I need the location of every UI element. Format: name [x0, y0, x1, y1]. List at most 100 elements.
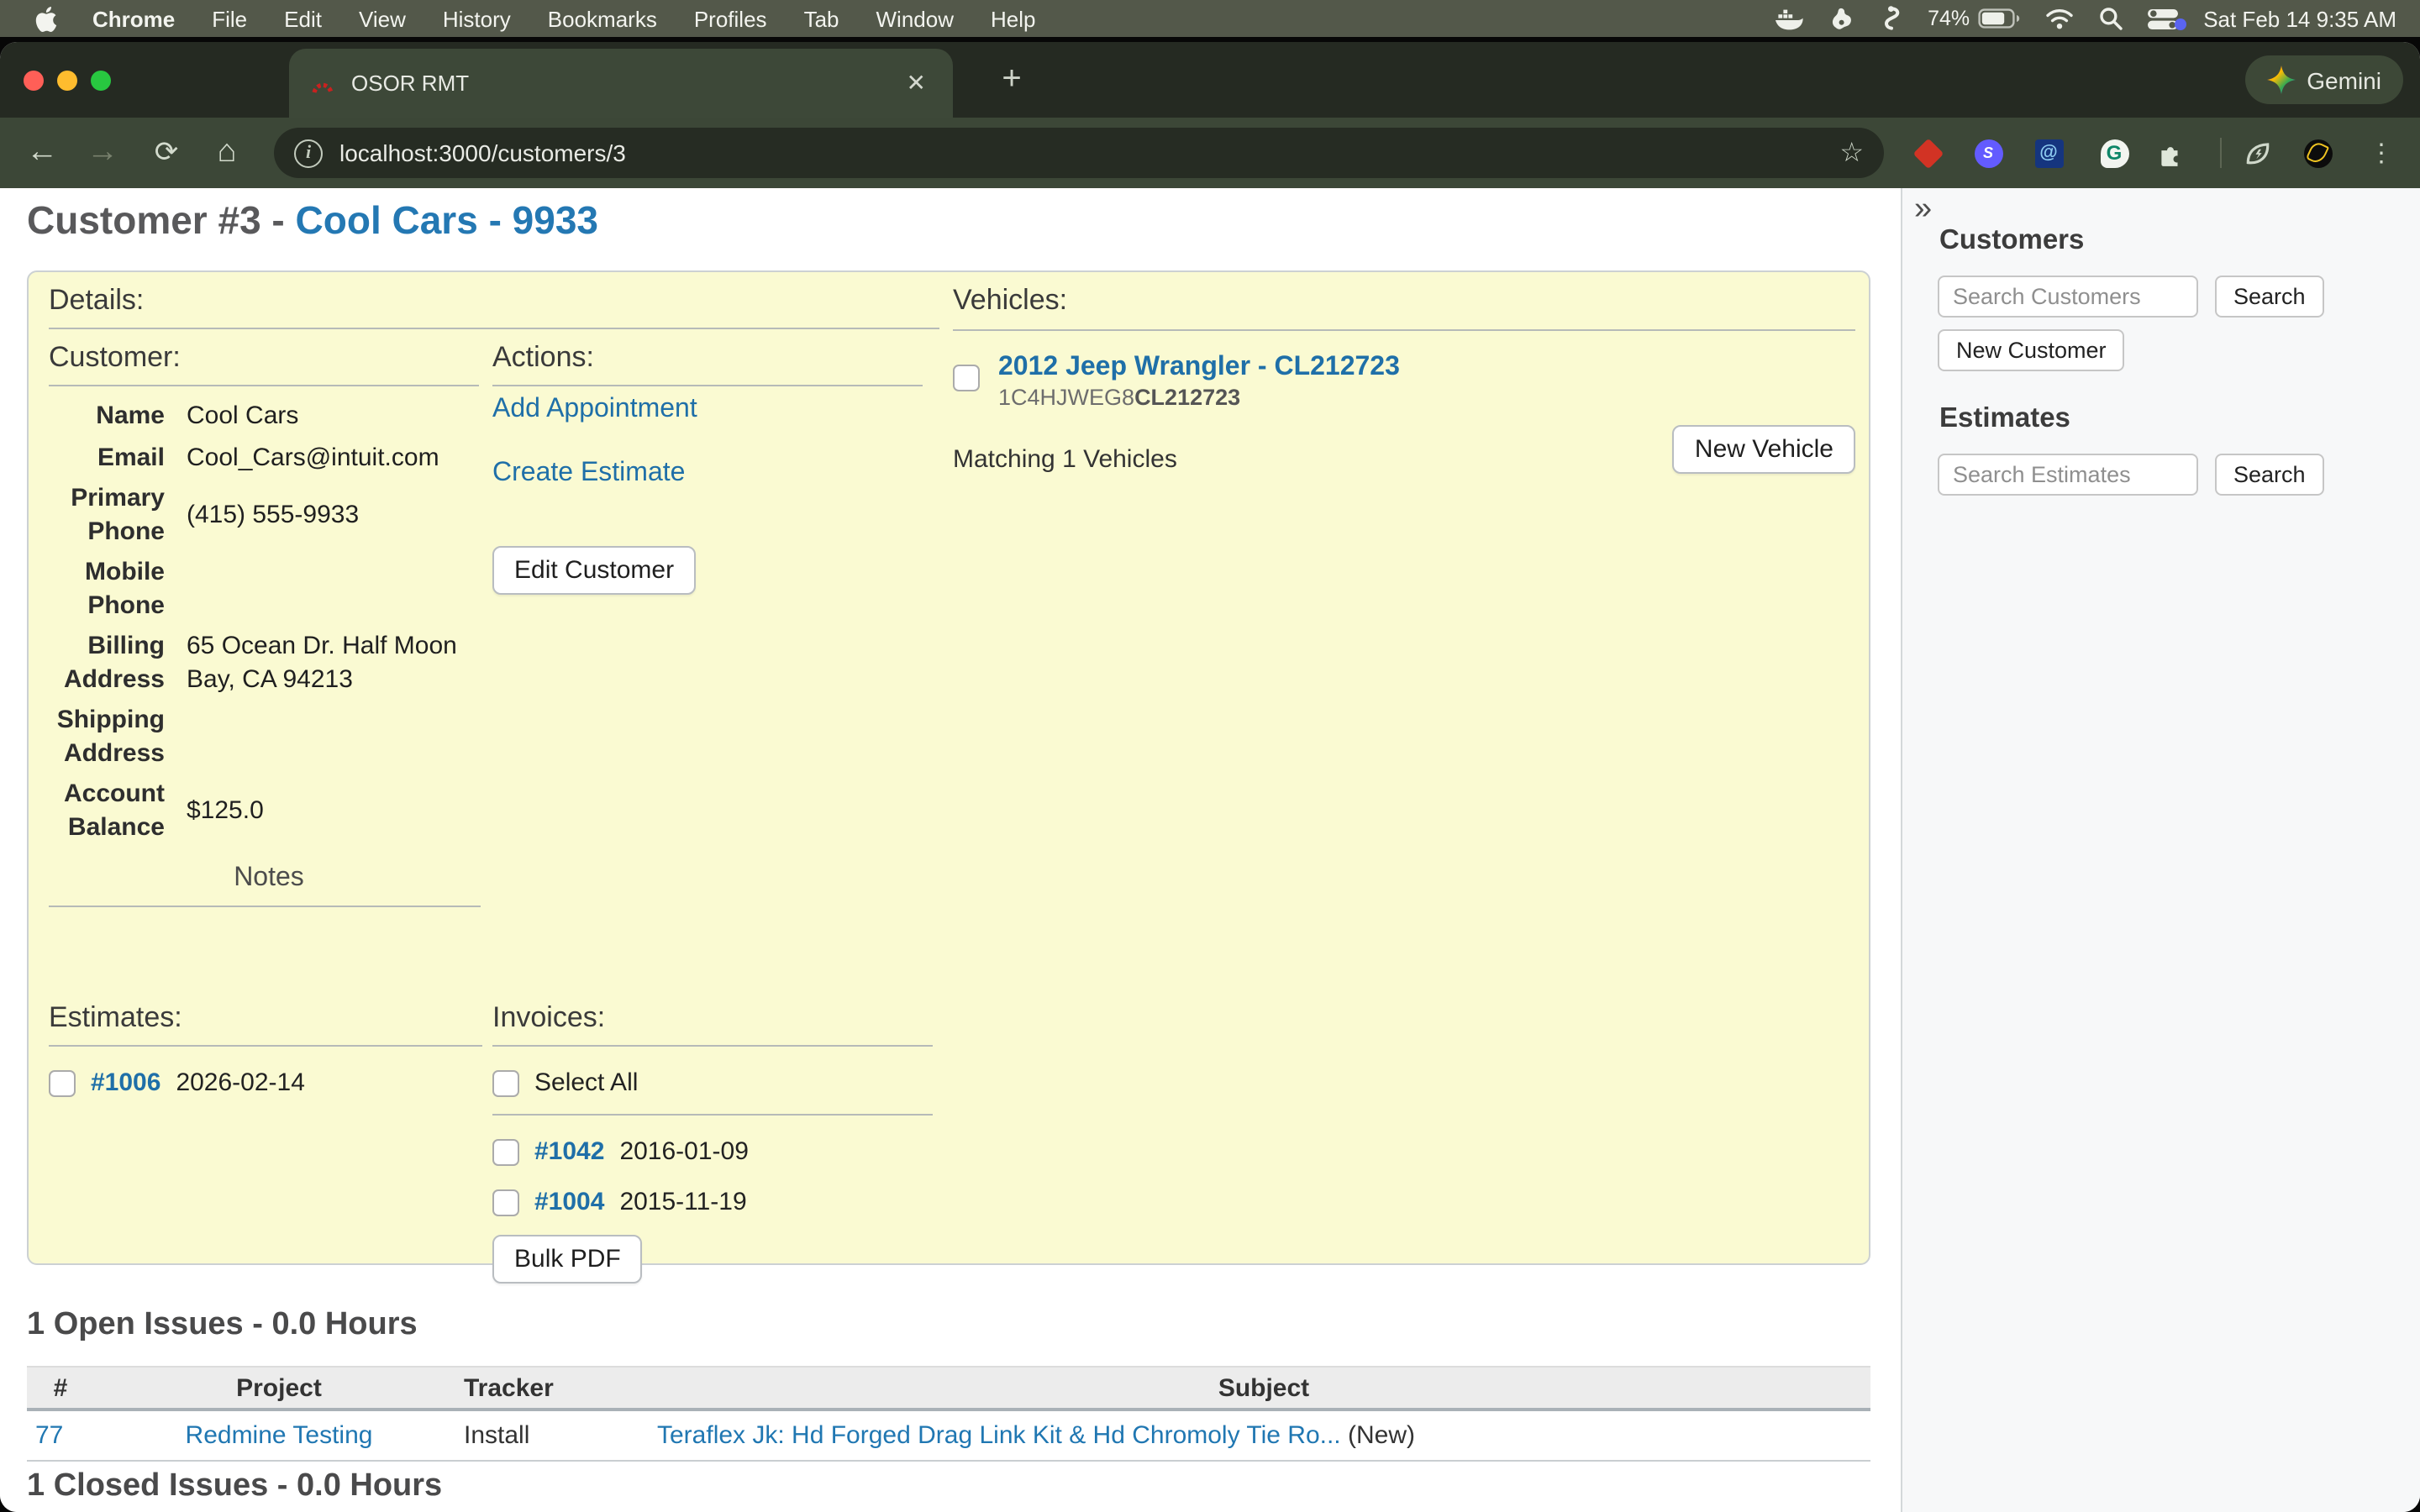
profile-avatar[interactable]	[2296, 118, 2339, 188]
extension-stripe-icon[interactable]: S	[1966, 118, 2010, 188]
control-center-icon[interactable]	[2148, 8, 2178, 29]
invoices-section: Invoices: Select All #1042 2016-01-09	[492, 1001, 933, 1284]
spotlight-search-icon[interactable]	[2099, 7, 2123, 30]
invoice-link[interactable]: #1042	[534, 1137, 604, 1166]
battery-percent: 74%	[1928, 7, 1970, 30]
menu-bar-clock[interactable]: Sat Feb 14 9:35 AM	[2203, 6, 2396, 31]
menu-file[interactable]: File	[193, 6, 266, 31]
apple-menu-icon[interactable]	[24, 6, 67, 31]
menu-view[interactable]: View	[340, 6, 424, 31]
details-heading: Details:	[49, 284, 144, 318]
browser-tab[interactable]: OSOR RMT ✕	[289, 49, 953, 118]
estimates-search-row: Search	[1938, 454, 2324, 496]
customer-name-link[interactable]: Cool Cars - 9933	[296, 198, 599, 242]
extension-password-icon[interactable]: @	[2027, 118, 2070, 188]
home-button[interactable]: ⌂	[198, 118, 255, 188]
invoice-checkbox[interactable]	[492, 1138, 519, 1165]
gemini-label: Gemini	[2307, 66, 2381, 93]
details-divider	[49, 328, 939, 329]
add-appointment-link[interactable]: Add Appointment	[492, 395, 933, 425]
invoice-checkbox[interactable]	[492, 1189, 519, 1215]
issue-id: 77	[27, 1421, 94, 1450]
actions-section: Add Appointment Create Estimate Edit Cus…	[492, 395, 933, 595]
invoices-heading: Invoices:	[492, 1001, 933, 1035]
issue-subject-link[interactable]: Teraflex Jk: Hd Forged Drag Link Kit & H…	[657, 1421, 1341, 1450]
menu-window[interactable]: Window	[858, 6, 973, 31]
sidebar-estimates-heading: Estimates	[1939, 403, 2070, 435]
page-title-prefix: Customer #3 -	[27, 198, 296, 242]
search-estimates-button[interactable]: Search	[2215, 454, 2324, 496]
field-row-primary-phone: Primary Phone (415) 555-9933	[49, 482, 489, 548]
forward-button[interactable]: →	[74, 118, 131, 188]
back-button[interactable]: ←	[13, 118, 71, 188]
menu-profiles[interactable]: Profiles	[676, 6, 786, 31]
zoom-window-button[interactable]	[91, 71, 111, 91]
gopher-app-icon[interactable]	[1881, 5, 1902, 32]
create-estimate-link[interactable]: Create Estimate	[492, 459, 933, 489]
extension-diamond-icon[interactable]	[1906, 118, 1949, 188]
vehicles-divider	[953, 329, 1855, 331]
search-estimates-input[interactable]	[1938, 454, 2198, 496]
vehicle-checkbox[interactable]	[953, 365, 980, 391]
battery-indicator[interactable]: 74%	[1928, 7, 2020, 30]
vehicle-link[interactable]: 2012 Jeep Wrangler - CL212723	[998, 353, 1400, 383]
estimate-link[interactable]: #1006	[91, 1068, 160, 1097]
select-all-label: Select All	[534, 1068, 638, 1097]
field-row-billing-address: Billing Address 65 Ocean Dr. Half Moon B…	[49, 630, 489, 696]
performance-leaf-icon[interactable]	[2235, 118, 2279, 188]
invoice-date: 2015-11-19	[619, 1188, 746, 1216]
issue-project-link[interactable]: Redmine Testing	[186, 1421, 373, 1450]
reload-button[interactable]: ⟳	[138, 118, 195, 188]
battery-icon	[1978, 8, 2020, 29]
page-content: Customer #3 - Cool Cars - 9933 Details: …	[0, 188, 2420, 1512]
field-row-account-balance: Account Balance $125.0	[49, 778, 489, 843]
select-all-checkbox[interactable]	[492, 1069, 519, 1096]
close-window-button[interactable]	[24, 71, 44, 91]
issue-status: (New)	[1341, 1421, 1415, 1450]
search-customers-input[interactable]	[1938, 276, 2198, 318]
customer-fields: Name Cool Cars Email Cool_Cars@intuit.co…	[49, 400, 489, 907]
field-value	[187, 721, 489, 753]
header-tracker: Tracker	[464, 1373, 657, 1402]
menu-edit[interactable]: Edit	[266, 6, 340, 31]
new-vehicle-button[interactable]: New Vehicle	[1673, 425, 1855, 474]
url-text[interactable]: localhost:3000/customers/3	[339, 139, 626, 166]
menu-bookmarks[interactable]: Bookmarks	[529, 6, 676, 31]
menu-help[interactable]: Help	[972, 6, 1055, 31]
menu-tab[interactable]: Tab	[786, 6, 858, 31]
edit-customer-button[interactable]: Edit Customer	[492, 546, 696, 595]
menu-chrome[interactable]: Chrome	[74, 6, 193, 31]
issue-project: Redmine Testing	[94, 1421, 464, 1450]
estimate-date: 2026-02-14	[176, 1068, 304, 1097]
issue-id-link[interactable]: 77	[35, 1421, 63, 1450]
collapse-sidebar-icon[interactable]: »	[1914, 192, 1932, 228]
wifi-icon[interactable]	[2045, 8, 2074, 29]
customers-search-row: Search	[1938, 276, 2324, 318]
vehicles-heading: Vehicles:	[953, 284, 1855, 318]
chrome-window: OSOR RMT ✕ + Gemini ← → ⟳ ⌂	[0, 42, 2420, 1512]
estimate-checkbox[interactable]	[49, 1069, 76, 1096]
tab-close-icon[interactable]: ✕	[900, 69, 933, 97]
site-info-icon[interactable]: i	[294, 139, 323, 167]
bulk-pdf-button[interactable]: Bulk PDF	[492, 1235, 643, 1284]
rabbit-app-icon[interactable]	[1828, 6, 1855, 31]
main-area: Customer #3 - Cool Cars - 9933 Details: …	[0, 188, 1901, 1512]
gemini-button[interactable]: Gemini	[2244, 55, 2403, 104]
select-all-row: Select All	[492, 1068, 933, 1097]
new-customer-button[interactable]: New Customer	[1938, 329, 2125, 371]
extension-grammarly-icon[interactable]: G	[2092, 118, 2136, 188]
docker-icon[interactable]	[1775, 6, 1803, 31]
chrome-menu-icon[interactable]: ⋮	[2360, 118, 2403, 188]
invoice-link[interactable]: #1004	[534, 1188, 604, 1216]
search-customers-button[interactable]: Search	[2215, 276, 2324, 318]
new-tab-button[interactable]: +	[988, 55, 1035, 102]
vehicle-vin: 1C4HJWEG8CL212723	[998, 385, 1240, 410]
address-bar[interactable]: i localhost:3000/customers/3 ☆	[274, 128, 1884, 178]
minimize-window-button[interactable]	[57, 71, 77, 91]
actions-divider	[492, 385, 923, 386]
invoice-row: #1042 2016-01-09	[492, 1137, 933, 1166]
extensions-puzzle-icon[interactable]	[2148, 118, 2191, 188]
estimates-section: Estimates: #1006 2026-02-14	[49, 1001, 482, 1097]
menu-history[interactable]: History	[424, 6, 529, 31]
bookmark-star-icon[interactable]: ☆	[1839, 136, 1864, 170]
